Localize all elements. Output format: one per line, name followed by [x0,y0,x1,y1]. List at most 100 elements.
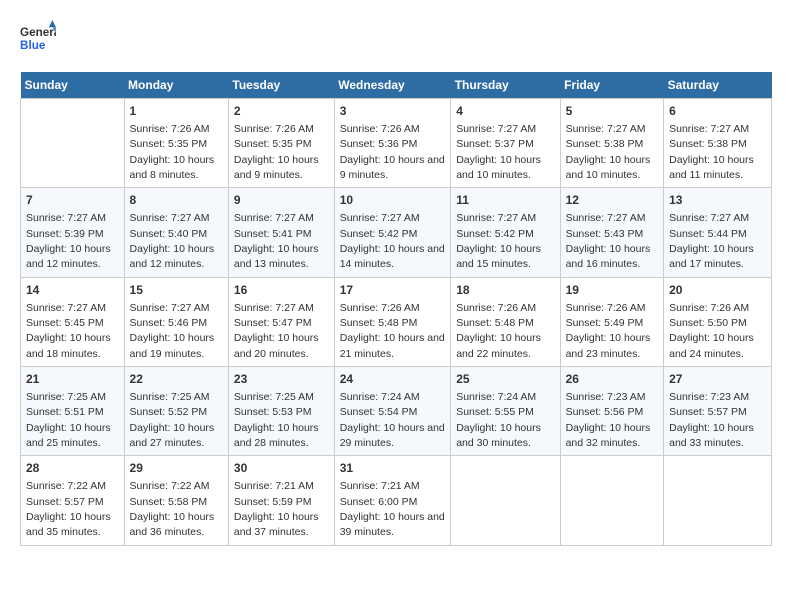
sunset-text: Sunset: 5:42 PM [456,228,534,240]
sunset-text: Sunset: 5:35 PM [130,138,208,150]
sunset-text: Sunset: 5:52 PM [130,406,208,418]
day-number: 8 [130,192,223,209]
sunrise-text: Sunrise: 7:26 AM [130,123,210,135]
logo-icon: General Blue [20,20,56,56]
column-header-sunday: Sunday [21,72,125,99]
calendar-cell: 1 Sunrise: 7:26 AM Sunset: 5:35 PM Daylight… [124,99,228,188]
sunset-text: Sunset: 5:56 PM [566,406,644,418]
daylight-text: Daylight: 10 hours and 23 minutes. [566,332,651,359]
calendar-cell [21,99,125,188]
sunrise-text: Sunrise: 7:23 AM [669,391,749,403]
calendar-cell: 31Sunrise: 7:21 AMSunset: 6:00 PMDayligh… [334,456,451,545]
sunrise-text: Sunrise: 7:27 AM [130,212,210,224]
calendar-cell: 23Sunrise: 7:25 AMSunset: 5:53 PMDayligh… [228,367,334,456]
daylight-text: Daylight: 10 hours and 17 minutes. [669,243,754,270]
sunset-text: Sunset: 5:57 PM [26,496,104,508]
day-number: 6 [669,103,766,120]
daylight-text: Daylight: 10 hours and 24 minutes. [669,332,754,359]
daylight-text: Daylight: 10 hours and 10 minutes. [566,154,651,181]
sunset-text: Sunset: 5:54 PM [340,406,418,418]
sunset-text: Sunset: 5:43 PM [566,228,644,240]
daylight-text: Daylight: 10 hours and 12 minutes. [130,243,215,270]
day-number: 11 [456,192,554,209]
calendar-cell: 19Sunrise: 7:26 AMSunset: 5:49 PMDayligh… [560,277,664,366]
sunrise-text: Sunrise: 7:27 AM [130,302,210,314]
sunrise-text: Sunrise: 7:26 AM [669,302,749,314]
sunrise-text: Sunrise: 7:24 AM [340,391,420,403]
daylight-text: Daylight: 10 hours and 10 minutes. [456,154,541,181]
calendar-cell: 22Sunrise: 7:25 AMSunset: 5:52 PMDayligh… [124,367,228,456]
calendar-cell: 29Sunrise: 7:22 AMSunset: 5:58 PMDayligh… [124,456,228,545]
calendar-table: SundayMondayTuesdayWednesdayThursdayFrid… [20,72,772,546]
sunset-text: Sunset: 5:39 PM [26,228,104,240]
day-number: 16 [234,282,329,299]
calendar-cell: 8Sunrise: 7:27 AMSunset: 5:40 PMDaylight… [124,188,228,277]
day-number: 1 [130,103,223,120]
calendar-cell: 7Sunrise: 7:27 AMSunset: 5:39 PMDaylight… [21,188,125,277]
sunrise-text: Sunrise: 7:25 AM [130,391,210,403]
sunrise-text: Sunrise: 7:26 AM [234,123,314,135]
calendar-week-row: 1 Sunrise: 7:26 AM Sunset: 5:35 PM Daylight… [21,99,772,188]
day-number: 4 [456,103,554,120]
sunrise-text: Sunrise: 7:27 AM [566,212,646,224]
column-header-wednesday: Wednesday [334,72,451,99]
sunrise-text: Sunrise: 7:22 AM [26,480,106,492]
column-header-thursday: Thursday [451,72,560,99]
calendar-cell: 16Sunrise: 7:27 AMSunset: 5:47 PMDayligh… [228,277,334,366]
calendar-cell: 25 Sunrise: 7:24 AM Sunset: 5:55 PM Dayligh… [451,367,560,456]
sunset-text: Sunset: 5:36 PM [340,138,418,150]
day-number: 29 [130,460,223,477]
day-number: 18 [456,282,554,299]
day-number: 17 [340,282,446,299]
daylight-text: Daylight: 10 hours and 22 minutes. [456,332,541,359]
sunset-text: Sunset: 5:48 PM [456,317,534,329]
sunrise-text: Sunrise: 7:27 AM [669,123,749,135]
svg-text:General: General [20,26,56,39]
daylight-text: Daylight: 10 hours and 19 minutes. [130,332,215,359]
sunset-text: Sunset: 5:58 PM [130,496,208,508]
sunrise-text: Sunrise: 7:27 AM [26,302,106,314]
sunrise-text: Sunrise: 7:27 AM [234,212,314,224]
sunset-text: Sunset: 5:48 PM [340,317,418,329]
daylight-text: Daylight: 10 hours and 32 minutes. [566,422,651,449]
sunset-text: Sunset: 5:49 PM [566,317,644,329]
day-number: 19 [566,282,659,299]
day-number: 3 [340,103,446,120]
daylight-text: Daylight: 10 hours and 16 minutes. [566,243,651,270]
sunset-text: Sunset: 5:47 PM [234,317,312,329]
day-number: 28 [26,460,119,477]
day-number: 2 [234,103,329,120]
sunrise-text: Sunrise: 7:27 AM [566,123,646,135]
sunset-text: Sunset: 5:35 PM [234,138,312,150]
calendar-cell: 11Sunrise: 7:27 AMSunset: 5:42 PMDayligh… [451,188,560,277]
sunset-text: Sunset: 5:55 PM [456,406,534,418]
daylight-text: Daylight: 10 hours and 8 minutes. [130,154,215,181]
daylight-text: Daylight: 10 hours and 18 minutes. [26,332,111,359]
calendar-cell: 10Sunrise: 7:27 AMSunset: 5:42 PMDayligh… [334,188,451,277]
day-number: 7 [26,192,119,209]
calendar-cell: 18Sunrise: 7:26 AMSunset: 5:48 PMDayligh… [451,277,560,366]
sunrise-text: Sunrise: 7:27 AM [26,212,106,224]
calendar-cell: 21Sunrise: 7:25 AMSunset: 5:51 PMDayligh… [21,367,125,456]
daylight-text: Daylight: 10 hours and 27 minutes. [130,422,215,449]
sunrise-text: Sunrise: 7:24 AM [456,391,536,403]
daylight-text: Daylight: 10 hours and 20 minutes. [234,332,319,359]
calendar-cell: 15Sunrise: 7:27 AMSunset: 5:46 PMDayligh… [124,277,228,366]
sunset-text: Sunset: 5:44 PM [669,228,747,240]
daylight-text: Daylight: 10 hours and 13 minutes. [234,243,319,270]
daylight-text: Daylight: 10 hours and 39 minutes. [340,511,445,538]
column-header-tuesday: Tuesday [228,72,334,99]
calendar-cell [664,456,772,545]
calendar-cell: 6Sunrise: 7:27 AMSunset: 5:38 PMDaylight… [664,99,772,188]
daylight-text: Daylight: 10 hours and 37 minutes. [234,511,319,538]
sunrise-text: Sunrise: 7:27 AM [456,212,536,224]
daylight-text: Daylight: 10 hours and 35 minutes. [26,511,111,538]
day-number: 20 [669,282,766,299]
sunrise-text: Sunrise: 7:26 AM [340,123,420,135]
sunset-text: Sunset: 5:59 PM [234,496,312,508]
day-number: 26 [566,371,659,388]
day-number: 25 [456,371,554,388]
sunrise-text: Sunrise: 7:27 AM [340,212,420,224]
svg-text:Blue: Blue [20,39,46,52]
daylight-text: Daylight: 10 hours and 30 minutes. [456,422,541,449]
